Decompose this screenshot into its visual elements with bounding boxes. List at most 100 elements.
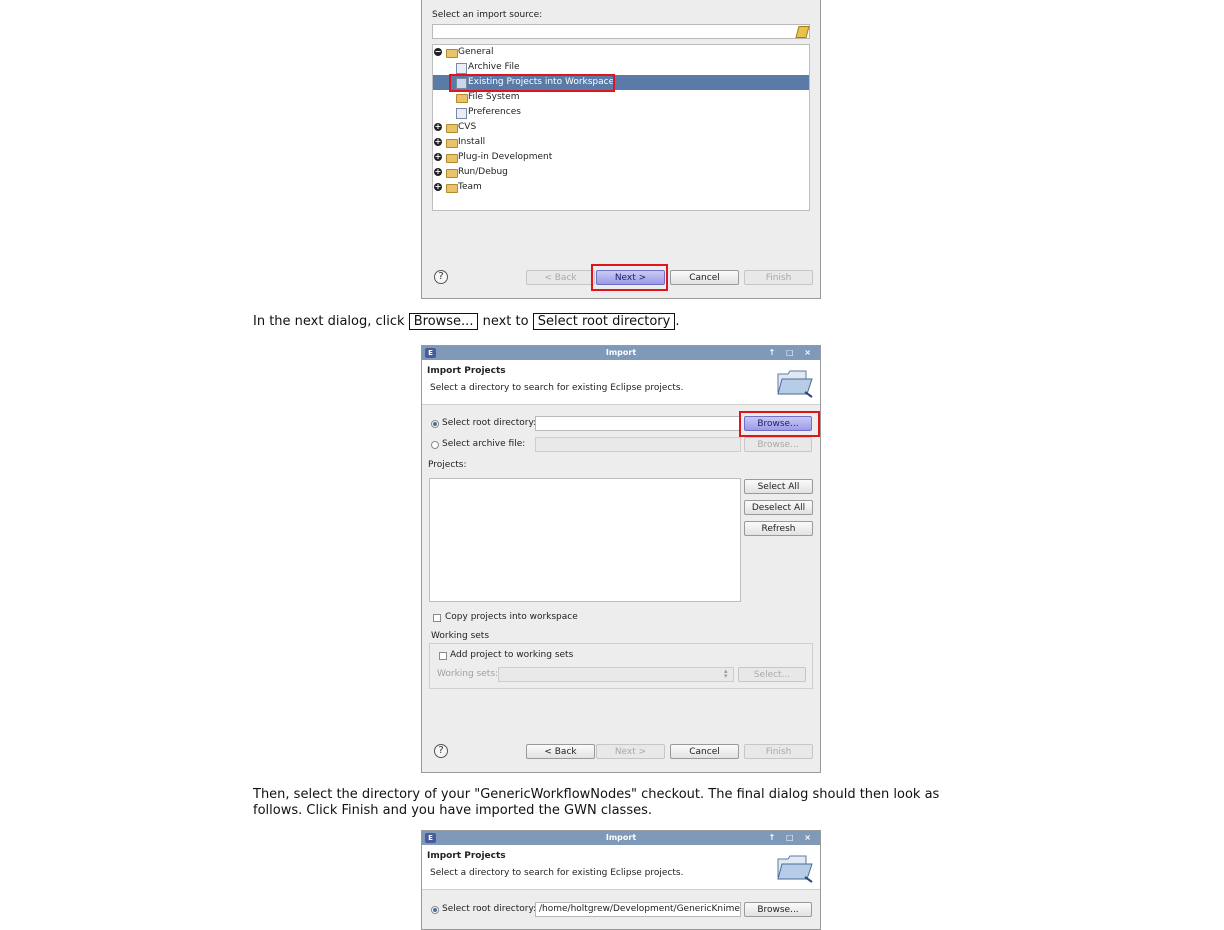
tree-item-label: Archive File bbox=[468, 62, 520, 72]
folder-icon bbox=[446, 124, 458, 133]
dialog-heading: Import Projects bbox=[427, 366, 506, 376]
open-folder-icon bbox=[777, 855, 813, 883]
window-controls[interactable]: ↑ □ × bbox=[768, 831, 815, 845]
folder-icon bbox=[446, 154, 458, 163]
select-source-label: Select an import source: bbox=[432, 10, 543, 20]
root-directory-radio[interactable] bbox=[431, 906, 439, 914]
instruction-paragraph-2: Then, select the directory of your "Gene… bbox=[253, 787, 940, 818]
working-sets-group: Add project to working sets Working sets… bbox=[429, 643, 813, 689]
add-working-sets-checkbox[interactable] bbox=[439, 652, 447, 660]
working-sets-label: Working sets: bbox=[437, 669, 499, 679]
dialog-titlebar[interactable]: E Import ↑ □ × bbox=[422, 346, 820, 360]
browse-key-label: Browse... bbox=[408, 313, 479, 330]
tree-item-team[interactable]: + Team bbox=[433, 180, 809, 195]
tree-item-label: Preferences bbox=[468, 107, 521, 117]
preferences-icon bbox=[456, 108, 467, 119]
archive-file-radio[interactable] bbox=[431, 441, 439, 449]
folder-icon bbox=[446, 139, 458, 148]
expand-icon[interactable]: + bbox=[434, 168, 442, 176]
highlight-browse-button bbox=[739, 411, 820, 437]
refresh-button[interactable]: Refresh bbox=[744, 521, 813, 536]
back-button[interactable]: < Back bbox=[526, 270, 595, 285]
dialog-subheading: Select a directory to search for existin… bbox=[430, 383, 684, 393]
folder-icon bbox=[456, 94, 468, 103]
tree-item-label: Run/Debug bbox=[458, 167, 508, 177]
tree-item-label: Install bbox=[458, 137, 486, 147]
add-working-sets-label: Add project to working sets bbox=[450, 650, 574, 660]
import-projects-dialog: E Import ↑ □ × Import Projects Select a … bbox=[421, 345, 821, 773]
help-icon[interactable]: ? bbox=[434, 744, 448, 758]
eclipse-app-icon: E bbox=[425, 833, 436, 843]
tree-item-label: File System bbox=[468, 92, 520, 102]
deselect-all-button[interactable]: Deselect All bbox=[744, 500, 813, 515]
para-text: . bbox=[675, 314, 680, 329]
tree-item-label: CVS bbox=[458, 122, 477, 132]
dialog-header: Import Projects Select a directory to se… bbox=[422, 845, 820, 890]
tree-item-label: Plug-in Development bbox=[458, 152, 553, 162]
highlight-existing-projects bbox=[449, 74, 615, 92]
archive-file-input[interactable] bbox=[535, 437, 741, 452]
archive-file-label: Select archive file: bbox=[442, 439, 526, 449]
dialog-title: Import bbox=[605, 348, 637, 357]
working-sets-combo[interactable] bbox=[498, 667, 734, 682]
window-controls[interactable]: ↑ □ × bbox=[768, 346, 815, 360]
import-source-tree[interactable]: − General Archive File Existing Projects… bbox=[432, 44, 810, 211]
root-directory-label: Select root directory: bbox=[442, 904, 537, 914]
root-directory-radio[interactable] bbox=[431, 420, 439, 428]
open-folder-icon bbox=[777, 370, 813, 398]
tree-item-preferences[interactable]: Preferences bbox=[433, 105, 809, 120]
expand-icon[interactable]: + bbox=[434, 183, 442, 191]
dialog-title: Import bbox=[605, 833, 637, 842]
cancel-button[interactable]: Cancel bbox=[670, 270, 739, 285]
root-directory-input[interactable]: /home/holtgrew/Development/GenericKnimeN… bbox=[535, 902, 741, 917]
eclipse-app-icon: E bbox=[425, 348, 436, 358]
tree-item-install[interactable]: + Install bbox=[433, 135, 809, 150]
root-directory-key-label: Select root directory bbox=[532, 313, 676, 330]
folder-icon bbox=[446, 169, 458, 178]
root-directory-input[interactable] bbox=[535, 416, 741, 431]
tree-item-plugin-development[interactable]: + Plug-in Development bbox=[433, 150, 809, 165]
copy-projects-checkbox[interactable] bbox=[433, 614, 441, 622]
tree-item-cvs[interactable]: + CVS bbox=[433, 120, 809, 135]
dialog-titlebar[interactable]: E Import ↑ □ × bbox=[422, 831, 820, 845]
expand-icon[interactable]: + bbox=[434, 153, 442, 161]
source-filter-input[interactable] bbox=[432, 24, 810, 39]
import-source-dialog: Select an import source: − General Archi… bbox=[421, 0, 821, 299]
tree-item-file-system[interactable]: File System bbox=[433, 90, 809, 105]
cancel-button[interactable]: Cancel bbox=[670, 744, 739, 759]
folder-icon bbox=[446, 49, 458, 58]
projects-list[interactable] bbox=[429, 478, 741, 602]
archive-icon bbox=[456, 63, 467, 74]
highlight-next-button bbox=[591, 264, 668, 291]
collapse-icon[interactable]: − bbox=[434, 48, 442, 56]
expand-icon[interactable]: + bbox=[434, 123, 442, 131]
tree-item-general[interactable]: − General bbox=[433, 45, 809, 60]
tree-item-run-debug[interactable]: + Run/Debug bbox=[433, 165, 809, 180]
browse-archive-button[interactable]: Browse... bbox=[744, 437, 812, 452]
projects-label: Projects: bbox=[428, 460, 467, 470]
tree-item-label: Team bbox=[458, 182, 482, 192]
back-button[interactable]: < Back bbox=[526, 744, 595, 759]
next-button[interactable]: Next > bbox=[596, 744, 665, 759]
instruction-paragraph-1: In the next dialog, click Browse... next… bbox=[253, 313, 679, 330]
finish-button[interactable]: Finish bbox=[744, 270, 813, 285]
folder-icon bbox=[446, 184, 458, 193]
combo-arrows-icon: ▴ ▾ bbox=[724, 667, 728, 680]
tree-item-archive-file[interactable]: Archive File bbox=[433, 60, 809, 75]
help-icon[interactable]: ? bbox=[434, 270, 448, 284]
tree-item-label: General bbox=[458, 47, 494, 57]
working-sets-select-button[interactable]: Select... bbox=[738, 667, 806, 682]
dialog-subheading: Select a directory to search for existin… bbox=[430, 868, 684, 878]
expand-icon[interactable]: + bbox=[434, 138, 442, 146]
para-text: next to bbox=[482, 314, 529, 329]
browse-root-button[interactable]: Browse... bbox=[744, 902, 812, 917]
import-projects-dialog-final: E Import ↑ □ × Import Projects Select a … bbox=[421, 830, 821, 930]
dialog-header: Import Projects Select a directory to se… bbox=[422, 360, 820, 405]
working-sets-group-label: Working sets bbox=[431, 631, 490, 641]
root-directory-label: Select root directory: bbox=[442, 418, 537, 428]
dialog-heading: Import Projects bbox=[427, 851, 506, 861]
copy-projects-label: Copy projects into workspace bbox=[445, 612, 578, 622]
finish-button[interactable]: Finish bbox=[744, 744, 813, 759]
para-text: In the next dialog, click bbox=[253, 314, 405, 329]
select-all-button[interactable]: Select All bbox=[744, 479, 813, 494]
